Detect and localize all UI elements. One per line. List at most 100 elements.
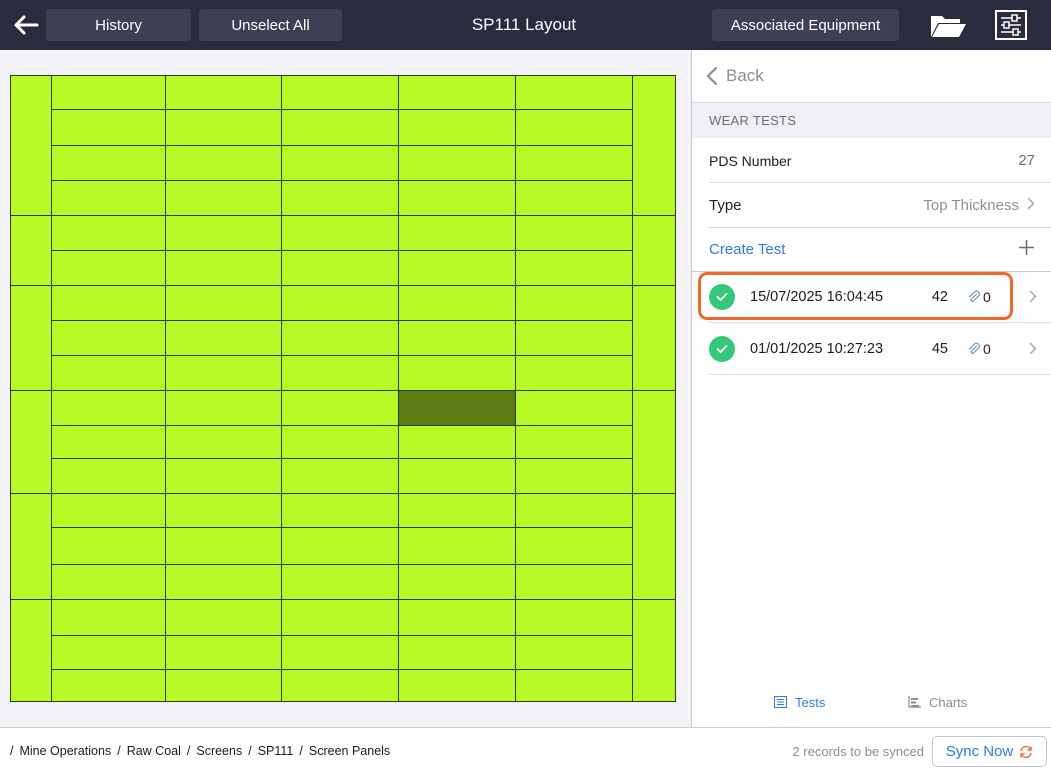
screen-panel[interactable]: [51, 564, 166, 600]
screen-panel[interactable]: [398, 285, 516, 321]
screen-panel[interactable]: [165, 493, 282, 528]
screen-panel[interactable]: [515, 75, 633, 110]
screen-panel[interactable]: [515, 527, 633, 565]
screen-panel[interactable]: [281, 599, 399, 636]
screen-panel[interactable]: [51, 215, 166, 251]
screen-panel[interactable]: [515, 493, 633, 528]
screen-panel[interactable]: [632, 493, 676, 600]
screen-panel[interactable]: [632, 285, 676, 391]
screen-panel[interactable]: [165, 285, 282, 321]
screen-panel[interactable]: [281, 109, 399, 146]
screen-panel[interactable]: [515, 599, 633, 636]
screen-panel[interactable]: [10, 493, 52, 600]
screen-panel[interactable]: [515, 145, 633, 181]
screen-panel[interactable]: [515, 109, 633, 146]
screen-panel[interactable]: [51, 145, 166, 181]
screen-panel[interactable]: [515, 250, 633, 286]
screen-panel[interactable]: [515, 669, 633, 702]
screen-panel[interactable]: [398, 109, 516, 146]
screen-panel[interactable]: [398, 458, 516, 494]
screen-panel[interactable]: [398, 527, 516, 565]
screen-panel[interactable]: [165, 390, 282, 426]
breadcrumb-item[interactable]: Mine Operations: [19, 744, 111, 758]
screen-panel[interactable]: [10, 285, 52, 391]
screen-panel[interactable]: [281, 635, 399, 670]
screen-panel[interactable]: [51, 458, 166, 494]
screen-panel[interactable]: [515, 180, 633, 216]
screen-panel[interactable]: [281, 75, 399, 110]
screen-panel[interactable]: [165, 599, 282, 636]
screen-panel[interactable]: [632, 215, 676, 286]
screen-panel[interactable]: [632, 390, 676, 494]
screen-panel[interactable]: [51, 669, 166, 702]
breadcrumb-item[interactable]: SP111: [258, 744, 294, 758]
screen-panel[interactable]: [10, 390, 52, 494]
screen-panel[interactable]: [281, 285, 399, 321]
screen-panel[interactable]: [281, 180, 399, 216]
screen-panel[interactable]: [10, 75, 52, 216]
tab-charts[interactable]: Charts: [908, 685, 967, 719]
screen-panel[interactable]: [51, 320, 166, 356]
screen-panel[interactable]: [398, 599, 516, 636]
screen-panel[interactable]: [51, 527, 166, 565]
screen-panel[interactable]: [165, 355, 282, 391]
screen-panel[interactable]: [165, 635, 282, 670]
back-button[interactable]: Back: [692, 50, 1051, 102]
screen-panel[interactable]: [51, 109, 166, 146]
screen-panel[interactable]: [51, 285, 166, 321]
settings-sliders-icon[interactable]: [994, 9, 1028, 41]
screen-panel[interactable]: [515, 635, 633, 670]
screen-panel[interactable]: [515, 458, 633, 494]
screen-panel[interactable]: [281, 458, 399, 494]
screen-panel[interactable]: [281, 493, 399, 528]
screen-panel[interactable]: [51, 493, 166, 528]
breadcrumb-item[interactable]: Screens: [196, 744, 242, 758]
screen-panel[interactable]: [51, 390, 166, 426]
screen-panel[interactable]: [398, 564, 516, 600]
screen-panel[interactable]: [281, 527, 399, 565]
screen-panel[interactable]: [515, 215, 633, 251]
screen-panel[interactable]: [515, 355, 633, 391]
folder-icon[interactable]: [928, 10, 968, 40]
screen-panel[interactable]: [51, 635, 166, 670]
type-row[interactable]: Type Top Thickness: [692, 183, 1051, 228]
screen-panel[interactable]: [165, 564, 282, 600]
screen-panel[interactable]: [398, 250, 516, 286]
screen-panel[interactable]: [398, 215, 516, 251]
screen-panel[interactable]: [165, 458, 282, 494]
screen-panel[interactable]: [10, 215, 52, 286]
sync-now-button[interactable]: Sync Now: [932, 736, 1047, 767]
screen-panel[interactable]: [51, 250, 166, 286]
screen-panel[interactable]: [281, 215, 399, 251]
screen-panel[interactable]: [515, 390, 633, 426]
screen-panel[interactable]: [632, 75, 676, 216]
breadcrumb-item[interactable]: Screen Panels: [309, 744, 390, 758]
screen-panel[interactable]: [515, 320, 633, 356]
screen-panel[interactable]: [165, 527, 282, 565]
screen-panel[interactable]: [398, 75, 516, 110]
screen-panel[interactable]: [281, 145, 399, 181]
screen-panel[interactable]: [281, 425, 399, 459]
screen-panel[interactable]: [165, 145, 282, 181]
screen-panel[interactable]: [165, 109, 282, 146]
screen-panel[interactable]: [398, 355, 516, 391]
panel-layout-grid[interactable]: [10, 75, 676, 702]
screen-panel[interactable]: [398, 493, 516, 528]
screen-panel[interactable]: [165, 75, 282, 110]
screen-panel[interactable]: [281, 564, 399, 600]
back-arrow-icon[interactable]: [12, 10, 40, 40]
screen-panel[interactable]: [515, 425, 633, 459]
screen-panel[interactable]: [515, 285, 633, 321]
screen-panel[interactable]: [281, 390, 399, 426]
screen-panel[interactable]: [281, 355, 399, 391]
screen-panel[interactable]: [398, 145, 516, 181]
screen-panel[interactable]: [165, 250, 282, 286]
screen-panel[interactable]: [165, 180, 282, 216]
screen-panel[interactable]: [632, 599, 676, 702]
screen-panel[interactable]: [281, 250, 399, 286]
screen-panel[interactable]: [398, 635, 516, 670]
screen-panel[interactable]: [165, 425, 282, 459]
history-button[interactable]: History: [46, 9, 191, 41]
screen-panel[interactable]: [281, 320, 399, 356]
test-row[interactable]: 01/01/2025 10:27:23 45 0: [709, 323, 1051, 375]
